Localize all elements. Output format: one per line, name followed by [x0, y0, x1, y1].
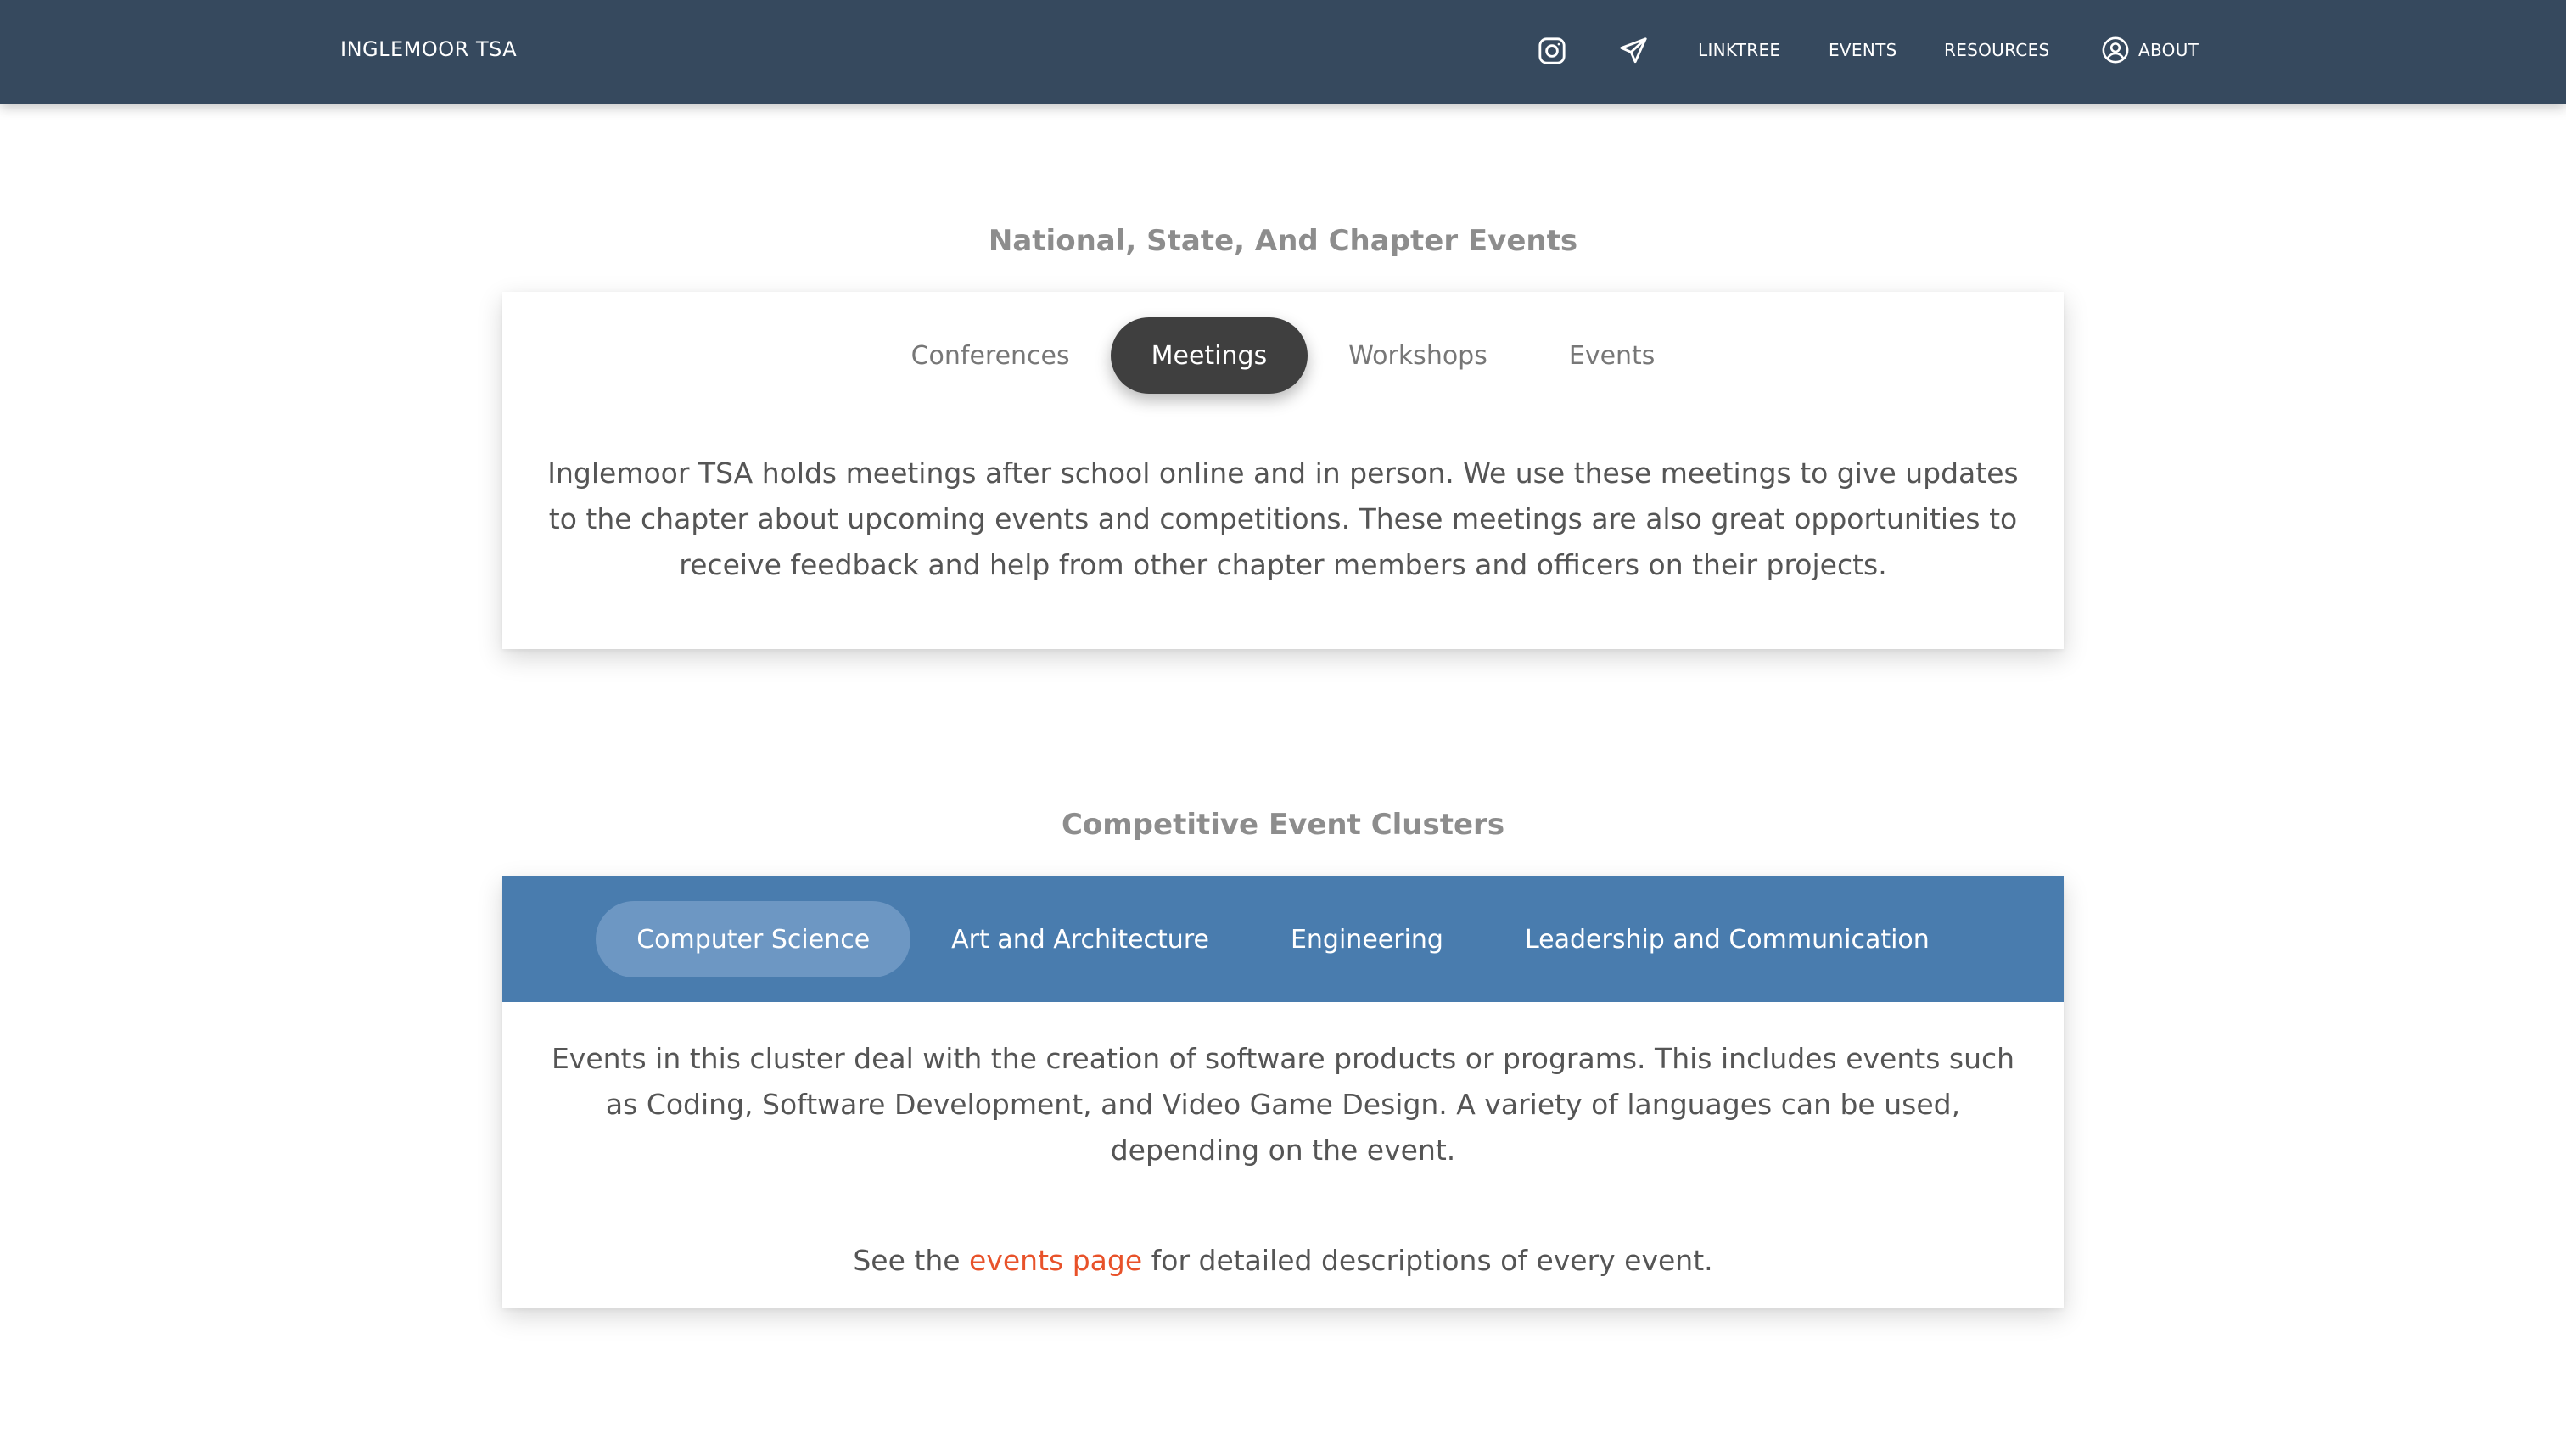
instagram-icon[interactable]	[1533, 32, 1571, 70]
nav-link-about[interactable]: ABOUT	[2101, 34, 2199, 66]
tab-computer-science[interactable]: Computer Science	[596, 901, 911, 977]
section-title-events: National, State, And Chapter Events	[988, 224, 1578, 258]
user-circle-icon	[2101, 36, 2130, 64]
events-tab-bar: Conferences Meetings Workshops Events	[502, 317, 2064, 394]
tab-meetings[interactable]: Meetings	[1110, 317, 1308, 394]
tab-art-and-architecture[interactable]: Art and Architecture	[910, 901, 1250, 977]
events-page-link[interactable]: events page	[969, 1244, 1142, 1277]
nav-link-linktree[interactable]: LINKTREE	[1698, 39, 1780, 61]
events-page-note-suffix: for detailed descriptions of every event…	[1142, 1244, 1713, 1277]
clusters-tabs: Computer Science Art and Architecture En…	[502, 901, 2064, 977]
nav-link-events[interactable]: EVENTS	[1829, 39, 1897, 61]
clusters-tab-bar: Computer Science Art and Architecture En…	[502, 876, 2064, 1002]
events-card: Conferences Meetings Workshops Events In…	[502, 292, 2064, 649]
tab-engineering[interactable]: Engineering	[1250, 901, 1484, 977]
tab-conferences[interactable]: Conferences	[871, 317, 1111, 394]
nav-link-about-label: ABOUT	[2138, 40, 2199, 60]
nav-link-resources[interactable]: RESOURCES	[1944, 39, 2050, 61]
tab-events[interactable]: Events	[1528, 317, 1696, 394]
events-page-note-prefix: See the	[853, 1244, 970, 1277]
tab-workshops[interactable]: Workshops	[1308, 317, 1528, 394]
clusters-tab-content: Events in this cluster deal with the cre…	[551, 1042, 2015, 1167]
tab-leadership-and-communication[interactable]: Leadership and Communication	[1484, 901, 1970, 977]
events-page-note: See the events page for detailed descrip…	[545, 1238, 2021, 1284]
paper-plane-icon[interactable]	[1615, 32, 1652, 70]
section-title-clusters: Competitive Event Clusters	[1061, 808, 1505, 842]
brand-link[interactable]: INGLEMOOR TSA	[340, 36, 517, 63]
events-tab-content: Inglemoor TSA holds meetings after schoo…	[547, 456, 2019, 581]
clusters-card: Computer Science Art and Architecture En…	[502, 876, 2064, 1308]
navbar: INGLEMOOR TSA LINKTREE EVENTS RESOURCES …	[0, 0, 2566, 104]
